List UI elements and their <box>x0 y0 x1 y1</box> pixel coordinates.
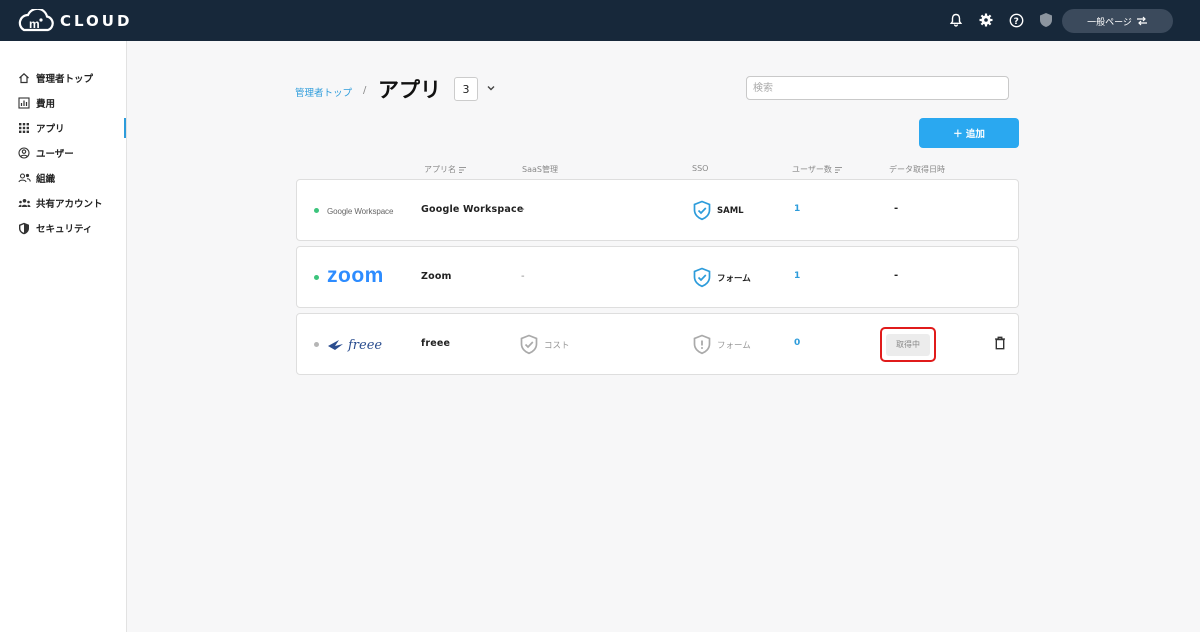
logo-text: freee <box>348 337 383 353</box>
sidebar-item-apps[interactable]: アプリ <box>0 118 126 138</box>
sso-label: フォーム <box>717 273 751 284</box>
sidebar-item-security[interactable]: セキュリティ <box>0 218 126 238</box>
chevron-down-icon[interactable] <box>485 82 497 94</box>
shield-icon[interactable] <box>1038 12 1054 28</box>
sidebar-item-users[interactable]: ユーザー <box>0 143 126 163</box>
shield-alert-icon <box>693 334 711 355</box>
table-row[interactable]: freee freee コスト フォーム 0 取得中 <box>296 313 1019 375</box>
fetch-status-badge: 取得中 <box>886 333 930 356</box>
sidebar-item-label: セキュリティ <box>36 224 93 235</box>
column-header-label: SaaS管理 <box>522 165 558 174</box>
saas-label: コスト <box>544 340 570 351</box>
google-workspace-logo: Google Workspace <box>327 198 393 224</box>
shield-check-icon <box>693 267 711 288</box>
zoom-logo: zoom <box>327 263 384 289</box>
shared-users-icon <box>17 196 31 210</box>
sso-label: SAML <box>717 205 744 216</box>
fetch-date: - <box>894 203 899 214</box>
sidebar: 管理者トップ 費用 アプリ ユーザー 組織 共有アカウント セキュリティ <box>0 41 127 632</box>
logo-text: Google Workspace <box>327 206 394 216</box>
user-count[interactable]: 0 <box>794 338 800 348</box>
breadcrumb-admin-top[interactable]: 管理者トップ <box>295 85 352 99</box>
column-header-users[interactable]: ユーザー数 <box>792 164 843 175</box>
switch-to-general-page-button[interactable]: 一般ページ <box>1062 9 1173 33</box>
table-row[interactable]: Google Workspace Google Workspace - SAML… <box>296 179 1019 241</box>
home-icon <box>17 71 31 85</box>
freee-bird-icon <box>328 340 343 350</box>
add-app-button[interactable]: ＋ 追加 <box>919 118 1019 148</box>
sidebar-item-organization[interactable]: 組織 <box>0 168 126 188</box>
column-header-saas: SaaS管理 <box>522 164 558 175</box>
saas-value: - <box>521 204 525 215</box>
bar-chart-icon <box>17 96 31 110</box>
sso-status: SAML <box>693 200 744 221</box>
sidebar-item-label: 組織 <box>36 174 56 185</box>
app-count-badge: 3 <box>454 77 478 101</box>
sidebar-item-shared-accounts[interactable]: 共有アカウント <box>0 193 126 213</box>
logo-mark: m <box>29 17 40 31</box>
sidebar-item-costs[interactable]: 費用 <box>0 93 126 113</box>
saas-value: - <box>521 271 525 282</box>
column-header-label: SSO <box>692 164 709 173</box>
switch-arrows-icon <box>1136 16 1147 26</box>
logo-text: zoom <box>327 264 384 287</box>
logo-text: CLOUD <box>60 12 133 30</box>
scrollbar[interactable] <box>1186 41 1200 632</box>
status-dot <box>314 275 319 280</box>
user-circle-icon <box>17 146 31 160</box>
sso-label: フォーム <box>717 340 751 351</box>
switch-label: 一般ページ <box>1087 17 1132 28</box>
search-input[interactable] <box>746 76 1009 100</box>
column-header-label: ユーザー数 <box>792 165 832 174</box>
status-dot <box>314 342 319 347</box>
app-name[interactable]: Zoom <box>421 271 452 282</box>
bell-icon[interactable] <box>948 12 964 28</box>
table-row[interactable]: zoom Zoom - フォーム 1 - <box>296 246 1019 308</box>
column-header-app-name[interactable]: アプリ名 <box>424 164 467 175</box>
page-title: アプリ <box>378 78 441 102</box>
status-dot <box>314 208 319 213</box>
apps-grid-icon <box>17 121 31 135</box>
app-name[interactable]: Google Workspace <box>421 204 523 215</box>
sidebar-item-label: 費用 <box>36 99 56 110</box>
freee-logo: freee <box>327 332 382 358</box>
gear-icon[interactable] <box>978 12 994 28</box>
column-header-label: アプリ名 <box>424 165 456 174</box>
svg-text:?: ? <box>1013 17 1018 27</box>
sidebar-item-label: 共有アカウント <box>36 199 103 210</box>
app-logo[interactable]: m CLOUD <box>16 7 132 35</box>
cloud-logo-icon: m <box>18 9 54 32</box>
shield-check-icon <box>520 334 538 355</box>
fetch-status-highlight: 取得中 <box>880 327 936 362</box>
top-header: m CLOUD ? 一般ページ <box>0 0 1200 41</box>
user-count[interactable]: 1 <box>794 271 800 281</box>
column-header-sso: SSO <box>692 164 708 173</box>
saas-status: コスト <box>520 334 570 355</box>
app-name[interactable]: freee <box>421 338 450 349</box>
group-icon <box>17 171 31 185</box>
trash-icon[interactable] <box>994 336 1006 350</box>
sso-status: フォーム <box>693 334 751 355</box>
sidebar-item-label: ユーザー <box>36 149 74 160</box>
column-header-fetch-date: データ取得日時 <box>889 164 945 175</box>
column-header-label: データ取得日時 <box>889 165 945 174</box>
user-count[interactable]: 1 <box>794 204 800 214</box>
sidebar-item-label: 管理者トップ <box>36 74 94 85</box>
sidebar-item-admin-top[interactable]: 管理者トップ <box>0 68 126 88</box>
breadcrumb-separator: / <box>363 85 367 96</box>
help-icon[interactable]: ? <box>1008 12 1024 28</box>
shield-check-icon <box>693 200 711 221</box>
fetch-date: - <box>894 270 899 281</box>
shield-icon <box>17 221 31 235</box>
sort-icon <box>834 166 842 173</box>
sso-status: フォーム <box>693 267 751 288</box>
sort-icon <box>459 166 466 173</box>
sidebar-item-label: アプリ <box>36 124 65 135</box>
